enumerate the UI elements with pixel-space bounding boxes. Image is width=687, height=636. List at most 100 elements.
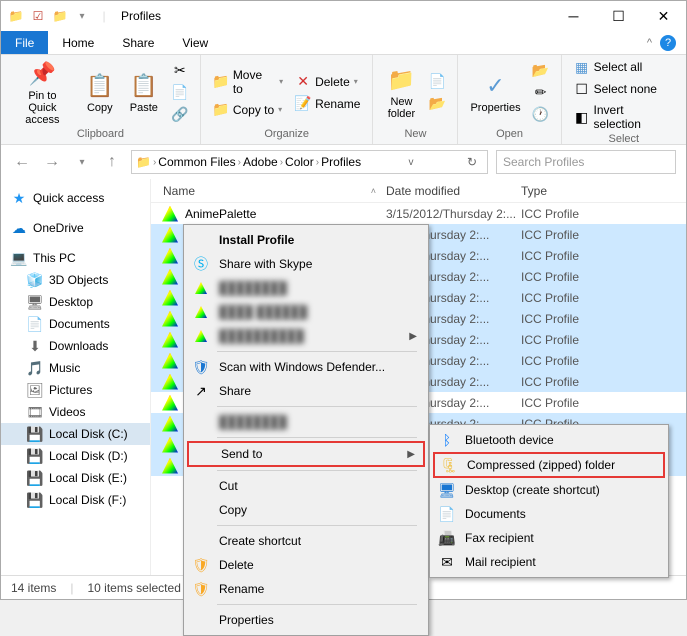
ctx-share-skype[interactable]: ⓈShare with Skype bbox=[187, 252, 425, 276]
ctx-copy[interactable]: Copy bbox=[187, 498, 425, 522]
sendto-desktop[interactable]: 🖥Desktop (create shortcut) bbox=[433, 478, 665, 502]
file-type: ICC Profile bbox=[521, 228, 579, 242]
ctx-blurred[interactable]: ████████ bbox=[187, 410, 425, 434]
ctx-windows-defender[interactable]: 🛡Scan with Windows Defender... bbox=[187, 355, 425, 379]
sidebar-item[interactable]: 📄Documents bbox=[1, 313, 150, 335]
sidebar-item[interactable]: ⬇Downloads bbox=[1, 335, 150, 357]
new-folder-button[interactable]: 📁New folder bbox=[379, 64, 423, 122]
sidebar-item[interactable]: 💻This PC bbox=[1, 247, 150, 269]
file-type: ICC Profile bbox=[521, 249, 579, 263]
sidebar-item[interactable]: 💾Local Disk (C:) bbox=[1, 423, 150, 445]
copy-path-icon[interactable]: 📄 bbox=[170, 83, 190, 103]
sendto-compressed-folder[interactable]: 🗜Compressed (zipped) folder bbox=[433, 452, 665, 478]
sendto-mail[interactable]: ✉Mail recipient bbox=[433, 550, 665, 574]
ctx-rename[interactable]: 🛡Rename bbox=[187, 577, 425, 601]
ribbon: 📌Pin to Quick access 📋Copy 📋Paste ✂ 📄 🔗 … bbox=[1, 55, 686, 145]
rename-button[interactable]: 📝Rename bbox=[293, 94, 362, 114]
mail-icon: ✉ bbox=[437, 552, 457, 572]
copy-button[interactable]: 📋Copy bbox=[78, 70, 122, 116]
ribbon-tabs: File Home Share View ^ ? bbox=[1, 31, 686, 55]
edit-icon[interactable]: ✏ bbox=[531, 83, 551, 103]
refresh-icon[interactable]: ↻ bbox=[461, 155, 483, 169]
qat-checkbox-icon[interactable]: ☑ bbox=[29, 7, 47, 25]
qat-folder-icon[interactable]: 📁 bbox=[51, 7, 69, 25]
ctx-blurred[interactable]: ██████████▶ bbox=[187, 324, 425, 348]
status-selected-count: 10 items selected bbox=[87, 581, 180, 595]
history-icon[interactable]: 🕐 bbox=[531, 105, 551, 125]
tab-file[interactable]: File bbox=[1, 31, 48, 54]
tab-home[interactable]: Home bbox=[48, 31, 108, 54]
recent-dropdown[interactable]: ▾ bbox=[71, 151, 93, 173]
help-icon[interactable]: ? bbox=[660, 35, 676, 51]
select-all-button[interactable]: ▦Select all bbox=[572, 57, 676, 77]
ctx-cut[interactable]: Cut bbox=[187, 474, 425, 498]
delete-button[interactable]: ✕Delete▾ bbox=[293, 72, 362, 92]
properties-button[interactable]: ✓Properties bbox=[464, 70, 526, 116]
sidebar-icon: 🧊 bbox=[27, 272, 43, 288]
breadcrumb[interactable]: 📁 › Common Files› Adobe› Color› Profiles… bbox=[131, 150, 488, 174]
ctx-install-profile[interactable]: Install Profile bbox=[187, 228, 425, 252]
ribbon-expand-icon[interactable]: ^ bbox=[647, 37, 652, 49]
ctx-blurred[interactable]: ████████ bbox=[187, 276, 425, 300]
ctx-create-shortcut[interactable]: Create shortcut bbox=[187, 529, 425, 553]
paste-button[interactable]: 📋Paste bbox=[122, 70, 166, 116]
breadcrumb-seg[interactable]: Common Files› bbox=[158, 155, 241, 169]
col-name[interactable]: Name˄ bbox=[151, 184, 386, 198]
icc-icon bbox=[161, 394, 179, 412]
sidebar-item[interactable]: ★Quick access bbox=[1, 187, 150, 209]
back-button[interactable]: ← bbox=[11, 151, 33, 173]
sidebar-item[interactable]: 💾Local Disk (E:) bbox=[1, 467, 150, 489]
sidebar-item[interactable]: 🖥Desktop bbox=[1, 291, 150, 313]
context-menu: Install Profile ⓈShare with Skype ██████… bbox=[183, 224, 429, 636]
sidebar-item[interactable]: ☁OneDrive bbox=[1, 217, 150, 239]
new-item-icon[interactable]: 📄 bbox=[427, 72, 447, 92]
file-row[interactable]: AnimePalette3/15/2012/Thursday 2:...ICC … bbox=[151, 203, 686, 224]
sidebar-item[interactable]: 🎵Music bbox=[1, 357, 150, 379]
move-to-button[interactable]: 📁Move to▾ bbox=[211, 66, 285, 98]
forward-button[interactable]: → bbox=[41, 151, 63, 173]
cut-icon[interactable]: ✂ bbox=[170, 61, 190, 81]
folder-icon: 📁 bbox=[136, 155, 151, 169]
close-button[interactable]: ✕ bbox=[641, 2, 686, 30]
tab-view[interactable]: View bbox=[168, 31, 222, 54]
sidebar-item[interactable]: 💾Local Disk (F:) bbox=[1, 489, 150, 511]
ctx-delete[interactable]: 🛡Delete bbox=[187, 553, 425, 577]
sidebar-item[interactable]: 💾Local Disk (D:) bbox=[1, 445, 150, 467]
breadcrumb-dropdown[interactable]: v bbox=[403, 157, 420, 168]
ctx-send-to[interactable]: Send to▶ bbox=[187, 441, 425, 467]
ctx-properties[interactable]: Properties bbox=[187, 608, 425, 632]
sidebar-item[interactable]: 🎞Videos bbox=[1, 401, 150, 423]
col-date[interactable]: Date modified bbox=[386, 184, 521, 198]
breadcrumb-seg[interactable]: Color› bbox=[285, 155, 319, 169]
up-button[interactable]: ↑ bbox=[101, 151, 123, 173]
paste-shortcut-icon[interactable]: 🔗 bbox=[170, 105, 190, 125]
breadcrumb-seg[interactable]: Adobe› bbox=[243, 155, 283, 169]
pin-quick-access-button[interactable]: 📌Pin to Quick access bbox=[7, 58, 78, 128]
qat-dropdown[interactable]: ▾ bbox=[73, 7, 91, 25]
file-type: ICC Profile bbox=[521, 291, 579, 305]
fax-icon: 📠 bbox=[437, 528, 457, 548]
sidebar-item[interactable]: 🖼Pictures bbox=[1, 379, 150, 401]
minimize-button[interactable]: ─ bbox=[551, 2, 596, 30]
open-icon[interactable]: 📂 bbox=[531, 61, 551, 81]
search-input[interactable]: Search Profiles bbox=[496, 150, 676, 174]
sidebar-icon: 📄 bbox=[27, 316, 43, 332]
sidebar-icon: 💾 bbox=[27, 470, 43, 486]
select-none-button[interactable]: ☐Select none bbox=[572, 79, 676, 99]
icc-icon bbox=[161, 331, 179, 349]
tab-share[interactable]: Share bbox=[108, 31, 168, 54]
sendto-documents[interactable]: 📄Documents bbox=[433, 502, 665, 526]
sidebar-item[interactable]: 🧊 3D Objects bbox=[1, 269, 150, 291]
sendto-fax[interactable]: 📠Fax recipient bbox=[433, 526, 665, 550]
copy-to-button[interactable]: 📁Copy to▾ bbox=[211, 100, 285, 120]
sendto-bluetooth[interactable]: ᛒBluetooth device bbox=[433, 428, 665, 452]
invert-selection-button[interactable]: ◧Invert selection bbox=[572, 101, 676, 133]
maximize-button[interactable]: ☐ bbox=[596, 2, 641, 30]
sidebar-icon: ⬇ bbox=[27, 338, 43, 354]
breadcrumb-seg[interactable]: Profiles bbox=[321, 155, 361, 169]
col-type[interactable]: Type bbox=[521, 184, 686, 198]
ctx-share[interactable]: ↗Share bbox=[187, 379, 425, 403]
easy-access-icon[interactable]: 📂 bbox=[427, 94, 447, 114]
ctx-blurred[interactable]: ████ ██████ bbox=[187, 300, 425, 324]
sidebar-label: 3D Objects bbox=[49, 273, 108, 287]
